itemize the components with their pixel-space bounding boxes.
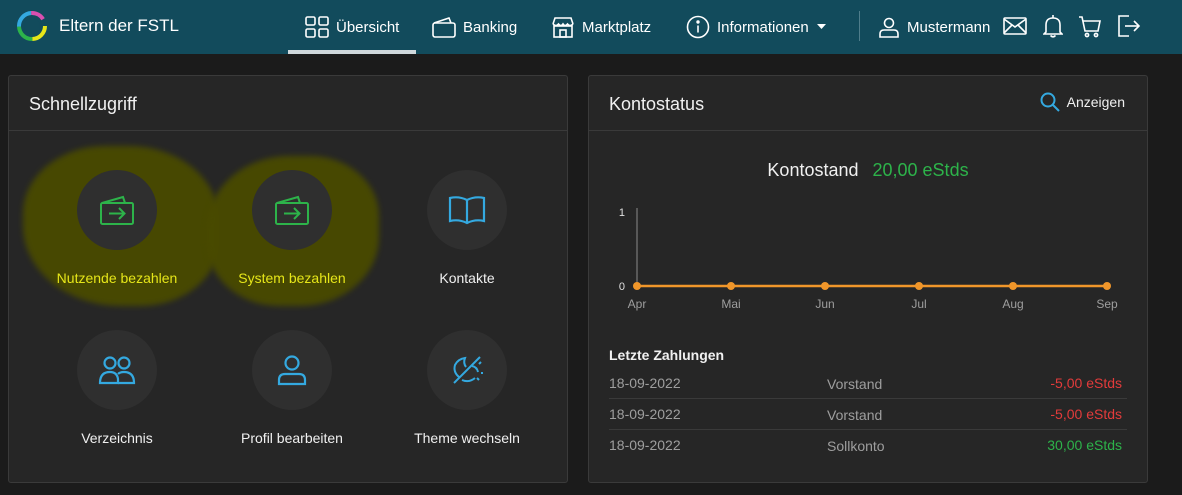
dashboard-grid-icon [305, 16, 329, 38]
data-point [727, 282, 735, 290]
quick-change-theme-label: Theme wechseln [414, 430, 520, 446]
balance-chart: 0 1 Apr Mai Jun Jul Aug Sep [619, 207, 1118, 311]
x-tick-label: Aug [1002, 297, 1023, 311]
data-point [821, 282, 829, 290]
logout-icon [1118, 15, 1141, 37]
quick-contacts[interactable]: Kontakte [379, 170, 555, 286]
payment-row[interactable]: 18-09-2022 Vorstand -5,00 eStds [609, 368, 1127, 399]
payment-amount: -5,00 eStds [1050, 375, 1122, 391]
payments-title: Letzte Zahlungen [609, 347, 725, 363]
x-tick-label: Apr [628, 297, 647, 311]
messages-button[interactable] [1002, 13, 1028, 39]
search-icon [1040, 92, 1060, 112]
caret-down-icon [816, 24, 826, 29]
logout-button[interactable] [1116, 13, 1142, 39]
top-navbar: Eltern der FSTL Übersicht Banking Marktp… [0, 0, 1182, 54]
account-status-card: Kontostatus Anzeigen Kontostand 20,00 eSt… [588, 75, 1148, 483]
theme-toggle-icon [453, 356, 483, 384]
payment-date: 18-09-2022 [609, 375, 681, 391]
quick-edit-profile-circle [252, 330, 332, 410]
payment-amount: -5,00 eStds [1050, 406, 1122, 422]
brand[interactable]: Eltern der FSTL [16, 9, 179, 43]
data-point [1103, 282, 1111, 290]
bell-icon [1043, 15, 1063, 38]
balance-display: Kontostand 20,00 eStds [589, 160, 1147, 181]
nav-tab-marketplace-label: Marktplatz [582, 18, 652, 36]
wallet-icon [432, 17, 456, 38]
user-icon [277, 355, 307, 386]
account-status-title: Kontostatus [609, 94, 705, 114]
quick-change-theme-circle [427, 330, 507, 410]
x-tick-label: Mai [721, 297, 740, 311]
wallet-transfer-icon [100, 195, 134, 225]
quick-pay-users-label: Nutzende bezahlen [56, 270, 178, 286]
nav-divider [859, 11, 860, 41]
nav-tab-overview[interactable]: Übersicht [287, 0, 417, 54]
show-account-label: Anzeigen [1066, 94, 1125, 110]
quick-edit-profile[interactable]: Profil bearbeiten [204, 330, 380, 446]
payment-description: Vorstand [827, 407, 883, 423]
quick-pay-users[interactable]: Nutzende bezahlen [29, 170, 205, 286]
quick-access-header: Schnellzugriff [9, 76, 567, 131]
quick-contacts-label: Kontakte [439, 270, 495, 286]
nav-tab-banking-label: Banking [463, 18, 518, 36]
quick-pay-users-circle [77, 170, 157, 250]
quick-edit-profile-label: Profil bearbeiten [241, 430, 343, 446]
quick-access-card: Schnellzugriff Nutzende bezahlen System … [8, 75, 568, 483]
quick-directory-circle [77, 330, 157, 410]
logo-icon [17, 11, 47, 41]
quick-access-title: Schnellzugriff [29, 94, 137, 114]
wallet-transfer-icon [275, 195, 309, 225]
info-icon [686, 15, 710, 39]
quick-directory[interactable]: Verzeichnis [29, 330, 205, 446]
cart-icon [1079, 16, 1101, 38]
quick-pay-system-circle [252, 170, 332, 250]
envelope-icon [1003, 17, 1027, 35]
user-icon [879, 17, 899, 38]
y-tick-label: 1 [619, 207, 625, 219]
nav-dropdown-information-label: Informationen [717, 18, 809, 36]
nav-dropdown-information[interactable]: Informationen [686, 0, 826, 54]
nav-tab-overview-label: Übersicht [336, 18, 400, 36]
nav-tab-banking[interactable]: Banking [432, 0, 517, 54]
show-account-button[interactable]: Anzeigen [1040, 92, 1125, 112]
nav-tab-marketplace[interactable]: Marktplatz [551, 0, 651, 54]
quick-pay-system[interactable]: System bezahlen [204, 170, 380, 286]
cart-button[interactable] [1077, 13, 1103, 39]
data-point [1009, 282, 1017, 290]
x-tick-label: Jul [911, 297, 926, 311]
payment-description: Vorstand [827, 376, 883, 392]
x-tick-label: Jun [815, 297, 834, 311]
quick-pay-system-label: System bezahlen [238, 270, 346, 286]
users-icon [98, 356, 136, 385]
payment-row[interactable]: 18-09-2022 Sollkonto 30,00 eStds [609, 430, 1127, 461]
data-point [633, 282, 641, 290]
quick-directory-label: Verzeichnis [81, 430, 153, 446]
payment-row[interactable]: 18-09-2022 Vorstand -5,00 eStds [609, 399, 1127, 430]
user-menu[interactable]: Mustermann [878, 0, 990, 54]
quick-change-theme[interactable]: Theme wechseln [379, 330, 555, 446]
y-tick-label: 0 [619, 281, 625, 293]
account-status-header: Kontostatus Anzeigen [589, 76, 1147, 131]
quick-contacts-circle [427, 170, 507, 250]
data-point [915, 282, 923, 290]
store-icon [552, 17, 574, 38]
payment-date: 18-09-2022 [609, 437, 681, 453]
payment-amount: 30,00 eStds [1047, 437, 1122, 453]
payment-description: Sollkonto [827, 438, 885, 454]
balance-label: Kontostand [767, 160, 859, 180]
payment-date: 18-09-2022 [609, 406, 681, 422]
notifications-button[interactable] [1040, 13, 1066, 39]
x-tick-label: Sep [1096, 297, 1118, 311]
user-name: Mustermann [907, 18, 991, 36]
brand-title: Eltern der FSTL [59, 16, 179, 35]
open-book-icon [448, 196, 486, 225]
balance-value: 20,00 eStds [872, 160, 969, 180]
